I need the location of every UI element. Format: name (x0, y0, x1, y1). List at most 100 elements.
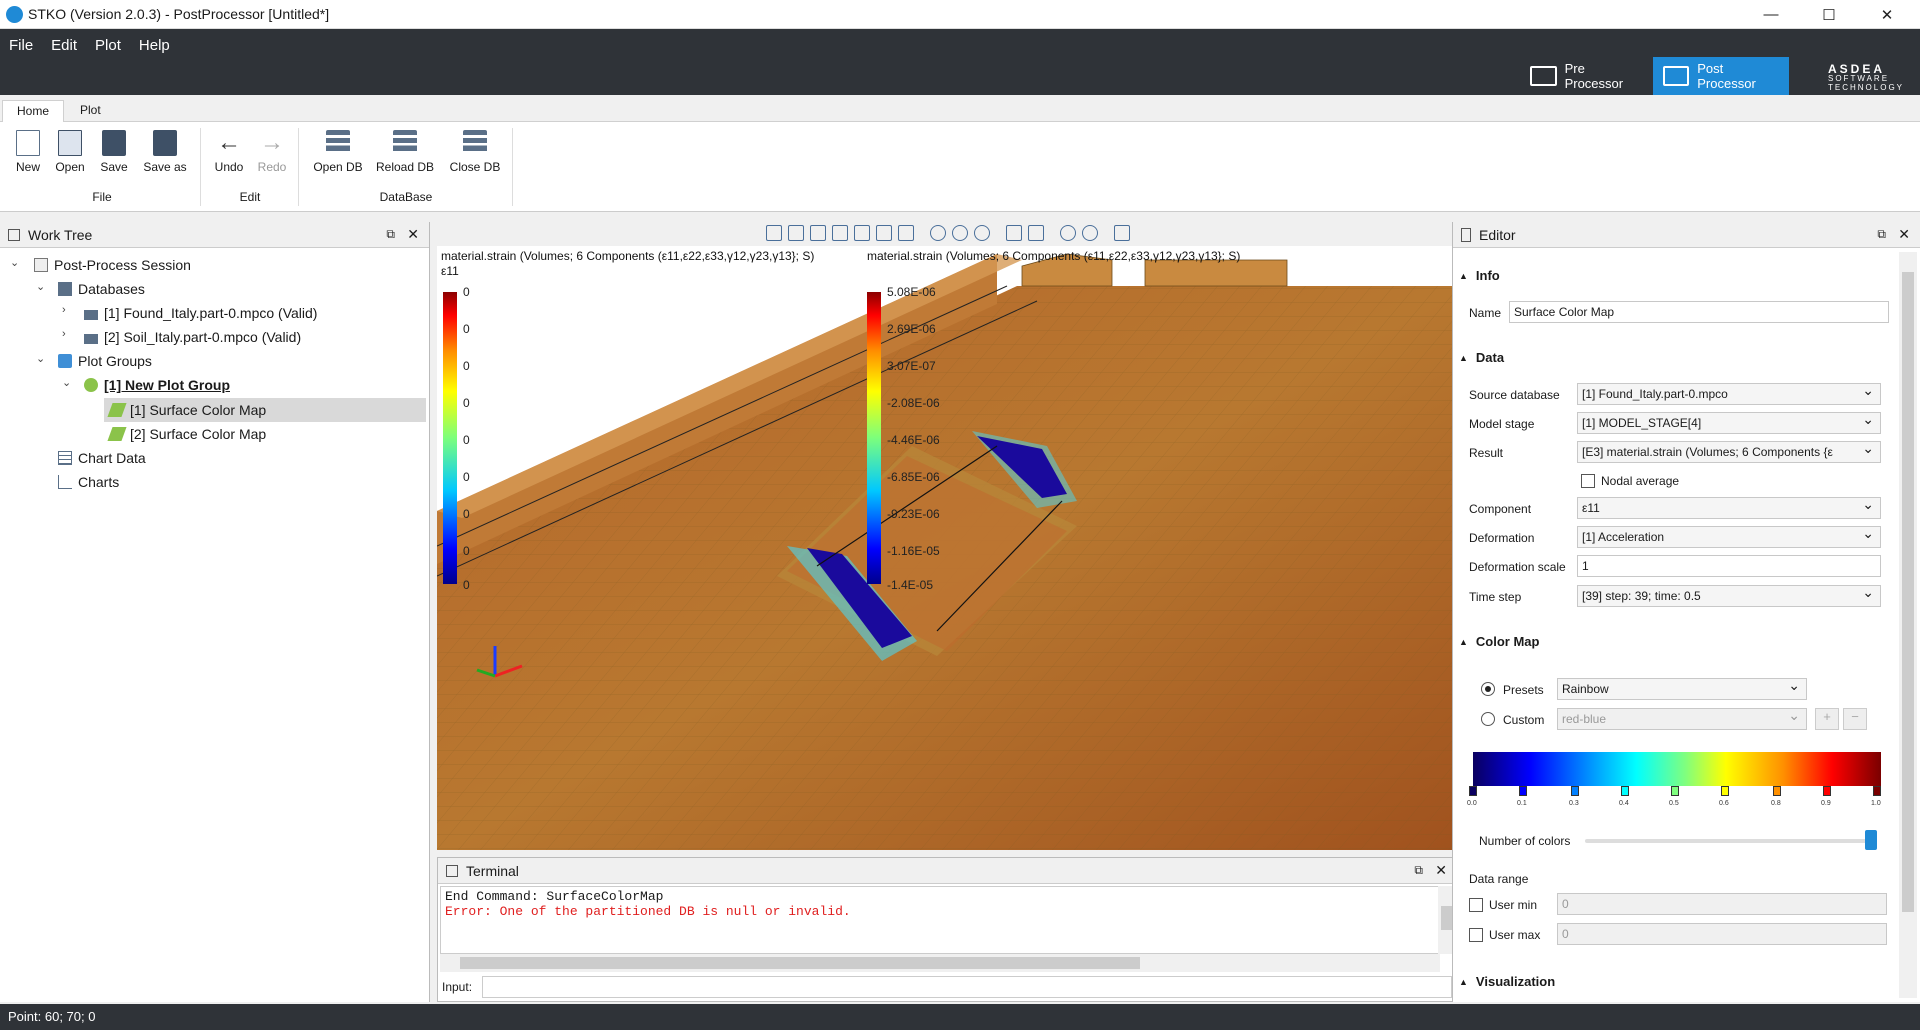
tree-surface-color-map-2[interactable]: [2] Surface Color Map (107, 423, 266, 445)
redo-button[interactable]: → Redo (248, 130, 296, 175)
maximize-button[interactable]: ☐ (1806, 0, 1852, 29)
float-icon[interactable]: ⧉ (386, 227, 395, 242)
menu-file[interactable]: File (0, 33, 42, 61)
component-select[interactable]: ε11 (1577, 497, 1881, 519)
chevron-right-icon[interactable]: › (62, 304, 66, 316)
menu-edit[interactable]: Edit (42, 33, 86, 61)
section-info[interactable]: Info (1459, 268, 1500, 283)
chevron-down-icon[interactable]: ⌄ (62, 376, 71, 389)
undo-button[interactable]: ← Undo (205, 130, 253, 175)
chevron-right-icon[interactable]: › (62, 328, 66, 340)
number-of-colors-slider-track[interactable] (1585, 839, 1875, 843)
view-left-icon[interactable] (831, 225, 848, 241)
chevron-down-icon[interactable]: ⌄ (10, 256, 19, 269)
view-iso-icon[interactable] (765, 225, 782, 241)
view-back-icon[interactable] (809, 225, 826, 241)
color-stop-marker[interactable] (1823, 786, 1831, 796)
scroll-thumb[interactable] (460, 957, 1140, 969)
save-button[interactable]: Save (90, 130, 138, 174)
tree-plot-groups[interactable]: Plot Groups (58, 350, 152, 372)
color-stop-marker[interactable] (1469, 786, 1477, 796)
close-icon[interactable]: ✕ (407, 226, 419, 243)
zoom-icon[interactable] (1081, 225, 1098, 241)
view-bottom-icon[interactable] (897, 225, 914, 241)
tree-session[interactable]: Post-Process Session (34, 254, 191, 276)
open-button[interactable]: Open (46, 130, 94, 174)
minimize-button[interactable]: — (1748, 0, 1794, 29)
deformation-select[interactable]: [1] Acceleration (1577, 526, 1881, 548)
user-min-checkbox[interactable] (1469, 898, 1483, 912)
menu-plot[interactable]: Plot (86, 33, 130, 61)
source-db-select[interactable]: [1] Found_Italy.part-0.mpco (1577, 383, 1881, 405)
editor-scrollbar[interactable] (1899, 252, 1917, 998)
terminal-input[interactable] (482, 976, 1452, 998)
parallel-icon[interactable] (1027, 225, 1044, 241)
chevron-down-icon[interactable]: ⌄ (36, 280, 45, 293)
eye-hide-icon[interactable] (973, 225, 990, 241)
perspective-icon[interactable] (1005, 225, 1022, 241)
nodal-average-checkbox[interactable] (1581, 474, 1595, 488)
deformation-scale-input[interactable]: 1 (1577, 555, 1881, 577)
tree-chart-data[interactable]: Chart Data (58, 447, 146, 469)
close-icon[interactable]: ✕ (1435, 862, 1447, 879)
tab-home[interactable]: Home (2, 100, 65, 122)
user-min-input[interactable]: 0 (1557, 893, 1887, 915)
3d-viewport[interactable]: material.strain (Volumes; 6 Components (… (437, 222, 1458, 850)
name-input[interactable]: Surface Color Map (1509, 301, 1889, 323)
tree-db-1[interactable]: [1] Found_Italy.part-0.mpco (Valid) (84, 302, 317, 324)
add-color-button[interactable]: + (1815, 708, 1839, 730)
float-icon[interactable]: ⧉ (1877, 227, 1886, 242)
scroll-thumb[interactable] (1902, 272, 1914, 912)
reload-db-button[interactable]: Reload DB (372, 130, 438, 174)
save-as-button[interactable]: Save as (140, 130, 190, 174)
custom-radio[interactable] (1481, 712, 1495, 726)
tree-databases[interactable]: Databases (58, 278, 145, 300)
grid-icon[interactable] (1113, 225, 1130, 241)
eye-icon[interactable] (929, 225, 946, 241)
float-icon[interactable]: ⧉ (1414, 863, 1423, 878)
view-right-icon[interactable] (853, 225, 870, 241)
post-processor-button[interactable]: Post Processor (1653, 57, 1789, 95)
view-top-icon[interactable] (875, 225, 892, 241)
close-button[interactable]: ✕ (1864, 0, 1910, 29)
pre-processor-button[interactable]: Pre Processor (1520, 57, 1652, 95)
chevron-down-icon[interactable]: ⌄ (36, 352, 45, 365)
number-of-colors-slider-handle[interactable] (1865, 830, 1877, 850)
tab-plot[interactable]: Plot (66, 100, 115, 122)
section-data[interactable]: Data (1459, 350, 1504, 365)
eye-show-icon[interactable] (951, 225, 968, 241)
model-stage-select[interactable]: [1] MODEL_STAGE[4] (1577, 412, 1881, 434)
menu-help[interactable]: Help (130, 33, 179, 61)
tree-charts[interactable]: Charts (58, 471, 119, 493)
close-db-button[interactable]: Close DB (446, 130, 504, 174)
color-map-gradient[interactable] (1473, 752, 1881, 786)
color-stop-marker[interactable] (1519, 786, 1527, 796)
color-stop-marker[interactable] (1621, 786, 1629, 796)
color-stop-marker[interactable] (1873, 786, 1881, 796)
user-max-checkbox[interactable] (1469, 928, 1483, 942)
presets-select[interactable]: Rainbow (1557, 678, 1807, 700)
tree-surface-color-map-1[interactable]: [1] Surface Color Map (107, 399, 266, 421)
section-color-map[interactable]: Color Map (1459, 634, 1540, 649)
color-stop-marker[interactable] (1571, 786, 1579, 796)
custom-select[interactable]: red-blue (1557, 708, 1807, 730)
open-db-button[interactable]: Open DB (310, 130, 366, 174)
tree-plot-group-1[interactable]: [1] New Plot Group (84, 374, 230, 396)
new-button[interactable]: New (4, 130, 52, 174)
terminal-output[interactable]: End Command: SurfaceColorMap Error: One … (440, 886, 1440, 954)
presets-radio[interactable] (1481, 682, 1495, 696)
zoom-fit-icon[interactable] (1059, 225, 1076, 241)
color-stop-marker[interactable] (1773, 786, 1781, 796)
section-visualization[interactable]: Visualization (1459, 974, 1555, 989)
terminal-hscrollbar[interactable] (440, 954, 1440, 972)
color-stop-marker[interactable] (1671, 786, 1679, 796)
tree-db-2[interactable]: [2] Soil_Italy.part-0.mpco (Valid) (84, 326, 301, 348)
user-max-input[interactable]: 0 (1557, 923, 1887, 945)
view-front-icon[interactable] (787, 225, 804, 241)
result-select[interactable]: [E3] material.strain (Volumes; 6 Compone… (1577, 441, 1881, 463)
time-step-select[interactable]: [39] step: 39; time: 0.5 (1577, 585, 1881, 607)
remove-color-button[interactable]: − (1843, 708, 1867, 730)
color-stop-marker[interactable] (1721, 786, 1729, 796)
close-icon[interactable]: ✕ (1898, 226, 1910, 243)
new-file-icon (16, 130, 40, 156)
